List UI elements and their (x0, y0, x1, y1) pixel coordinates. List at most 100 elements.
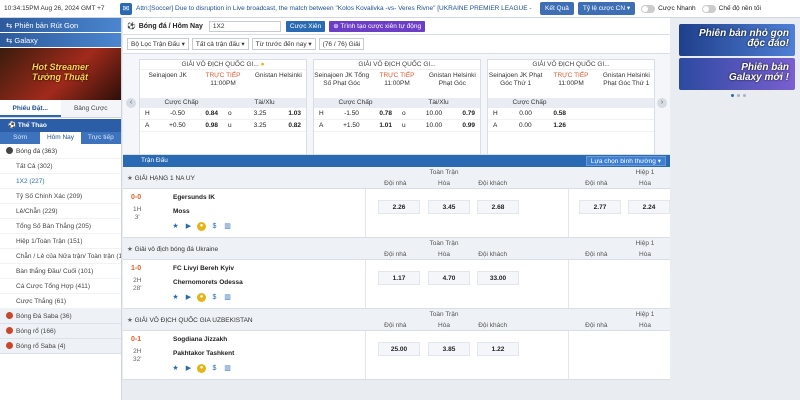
sidebar-item[interactable]: Bàn thắng Đầu/ Cuối (101) (0, 264, 121, 279)
full-time-odds[interactable]: 3.85 (428, 342, 470, 356)
odds-type-select[interactable]: Tỷ lệ cược CN ▾ (577, 2, 636, 15)
stats-icon[interactable]: ▥ (223, 293, 232, 302)
over-under-odds[interactable]: u 3.25 0.82 (223, 120, 306, 131)
handicap-odds[interactable]: A 0.00 1.26 (488, 120, 571, 131)
galaxy-ad[interactable]: Phiên bản Galaxy mới ! (679, 58, 795, 90)
carousel-dot[interactable] (731, 94, 734, 97)
handicap-price[interactable]: 1.01 (379, 120, 392, 131)
chevron-left-icon[interactable]: ‹ (126, 98, 136, 108)
hot-streamer-promo[interactable]: Hot Streamer Tưởng Thuật (0, 48, 121, 100)
handicap-price[interactable]: 0.78 (379, 108, 392, 119)
league-header[interactable]: ★ GIẢI VÔ ĐỊCH QUỐC GIA UZBEKISTAN Toàn T… (123, 309, 708, 331)
parlay-button[interactable]: Cược Xiên (285, 20, 326, 32)
video-icon[interactable]: ▶ (184, 364, 193, 373)
auto-parlay-button[interactable]: ⊕ Trình tạo cược xiên tự động (329, 20, 426, 32)
over-under-odds[interactable] (571, 120, 654, 131)
compact-version-banner[interactable]: ⇆ Phiên bản Rút Gọn (0, 18, 121, 33)
sidebar-item[interactable]: Cá Cược Tổng Hợp (411) (0, 279, 121, 294)
over-under-odds[interactable] (571, 108, 654, 119)
live-stream-icon[interactable]: ● (197, 293, 206, 302)
full-time-odds[interactable]: 3.45 (428, 200, 470, 214)
sidebar-item[interactable]: Tổng Số Bàn Thắng (205) (0, 219, 121, 234)
live-stream-icon[interactable]: ● (197, 222, 206, 231)
compact-version-ad[interactable]: Phiên bản nhỏ gọn độc đáo! (679, 24, 795, 56)
full-time-odds[interactable]: 1.17 (378, 271, 420, 285)
carousel-dot[interactable] (743, 94, 746, 97)
sidebar-item[interactable]: Bóng rổ Saba (4) (0, 339, 121, 354)
star-icon[interactable]: ★ (127, 317, 135, 324)
sidebar-item[interactable]: 1X2 (227) (0, 174, 121, 189)
featured-match-card[interactable]: GIẢI VÔ ĐỊCH QUỐC GI... Seinajoen JK Tổng… (313, 59, 481, 155)
streaming-icon[interactable]: ● (259, 61, 265, 68)
league-filter[interactable]: Bộ Lọc Trận Đấu ▾ (127, 38, 189, 50)
ou-price[interactable]: 0.82 (288, 120, 301, 131)
sidebar-item[interactable]: Bóng rổ (166) (0, 324, 121, 339)
full-time-odds[interactable]: 2.68 (477, 200, 519, 214)
sidebar-item[interactable]: Tất Cả (302) (0, 159, 121, 174)
sidebar-item[interactable]: Hiệp 1/Toàn Trận (151) (0, 234, 121, 249)
sidebar-item[interactable]: Cược Thắng (61) (0, 294, 121, 309)
handicap-odds[interactable]: A +1.50 1.01 (314, 120, 397, 131)
cashout-icon[interactable]: $ (210, 222, 219, 231)
handicap-odds[interactable]: H -0.50 0.84 (140, 108, 223, 119)
cashout-icon[interactable]: $ (210, 293, 219, 302)
over-under-odds[interactable]: o 3.25 1.03 (223, 108, 306, 119)
favorite-star-icon[interactable]: ★ (171, 364, 180, 373)
carousel-dot[interactable] (737, 94, 740, 97)
full-time-odds[interactable]: 33.00 (477, 271, 519, 285)
star-icon[interactable]: ★ (127, 175, 135, 182)
stats-icon[interactable]: ▥ (223, 364, 232, 373)
sidebar-item[interactable]: Bóng đá (363) (0, 144, 121, 159)
time-filter[interactable]: Từ trước đến nay ▾ (251, 38, 316, 50)
toggle-switch[interactable] (701, 4, 716, 13)
handicap-price[interactable]: 0.98 (205, 120, 218, 131)
handicap-odds[interactable]: H 0.00 0.58 (488, 108, 571, 119)
tab-betslip[interactable]: Phiếu Đặt... (0, 100, 61, 117)
announcement-ticker[interactable]: Attn:[Soccer] Due to disruption in Live … (136, 5, 536, 12)
handicap-odds[interactable]: A +0.50 0.98 (140, 120, 223, 131)
handicap-price[interactable]: 0.84 (205, 108, 218, 119)
sidebar-item[interactable]: Tỷ Số Chính Xác (209) (0, 189, 121, 204)
featured-match-card[interactable]: GIẢI VÔ ĐỊCH QUỐC GI... ● Seinajoen JK TRỰ… (139, 59, 307, 155)
league-header[interactable]: ★ GIẢI HẠNG 1 NA UY Toàn Trận Đội nhà Hòa Độ… (123, 167, 708, 189)
over-under-odds[interactable]: u 10.00 0.99 (397, 120, 480, 131)
results-button[interactable]: Kết Quả (540, 2, 574, 15)
video-icon[interactable]: ▶ (184, 293, 193, 302)
ou-price[interactable]: 0.99 (462, 120, 475, 131)
match-filter[interactable]: Tất cả trận đấu ▾ (191, 38, 249, 50)
full-time-odds[interactable]: 25.00 (378, 342, 420, 356)
tab-early[interactable]: Sớm (0, 132, 40, 144)
tab-bet-list[interactable]: Bảng Cược (61, 100, 122, 117)
favorite-star-icon[interactable]: ★ (171, 222, 180, 231)
full-time-odds[interactable]: 2.26 (378, 200, 420, 214)
sidebar-item[interactable]: Chẵn / Lẻ của Nửa trận/ Toàn trận (140) (0, 249, 121, 264)
first-half-odds[interactable]: 2.24 (628, 200, 670, 214)
handicap-odds[interactable]: H -1.50 0.78 (314, 108, 397, 119)
full-time-odds[interactable]: 4.70 (428, 271, 470, 285)
handicap-price[interactable]: 0.58 (553, 108, 566, 119)
tab-live[interactable]: Trực tiếp (81, 132, 121, 144)
tab-today[interactable]: Hôm Nay (40, 132, 81, 144)
chevron-right-icon[interactable]: › (657, 98, 667, 108)
galaxy-banner[interactable]: ⇆ Galaxy (0, 33, 121, 48)
league-header[interactable]: ★ Giải vô địch bóng đá Ukraine Toàn Trận Đ… (123, 238, 708, 260)
toggle-switch[interactable] (641, 4, 656, 13)
video-icon[interactable]: ▶ (184, 222, 193, 231)
over-under-odds[interactable]: o 10.00 0.79 (397, 108, 480, 119)
sidebar-item[interactable]: Lẻ/Chẵn (229) (0, 204, 121, 219)
ou-price[interactable]: 0.79 (462, 108, 475, 119)
first-half-odds[interactable]: 2.77 (579, 200, 621, 214)
sort-select[interactable]: Lựa chọn bình thường ▾ (585, 156, 666, 166)
star-icon[interactable]: ★ (127, 246, 135, 253)
stats-icon[interactable]: ▥ (223, 222, 232, 231)
sidebar-item[interactable]: Bóng Đá Saba (36) (0, 309, 121, 324)
full-time-odds[interactable]: 1.22 (477, 342, 519, 356)
favorite-star-icon[interactable]: ★ (171, 293, 180, 302)
live-stream-icon[interactable]: ● (197, 364, 206, 373)
dark-mode-toggle[interactable]: Chế độ nền tối (701, 4, 761, 13)
featured-match-card[interactable]: GIẢI VÔ ĐỊCH QUỐC GI... Seinajoen JK Phạt… (487, 59, 655, 155)
ou-price[interactable]: 1.03 (288, 108, 301, 119)
quick-bet-toggle[interactable]: Cược Nhanh (641, 4, 696, 13)
league-count[interactable]: (76 / 76) Giải (318, 38, 365, 50)
handicap-price[interactable]: 1.26 (553, 120, 566, 131)
